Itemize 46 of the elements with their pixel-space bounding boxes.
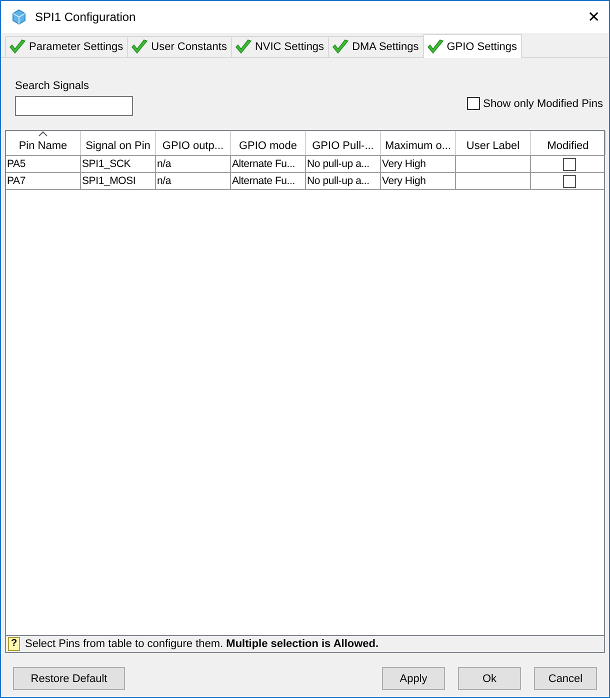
- dialog-button[interactable]: Ok: [458, 667, 521, 690]
- checkmark-icon: [234, 39, 252, 55]
- window-title: SPI1 Configuration: [35, 10, 137, 24]
- table-cell: Very High: [381, 156, 456, 172]
- tab[interactable]: User Constants: [127, 36, 232, 57]
- column-header[interactable]: GPIO mode: [231, 131, 306, 155]
- help-icon: ?: [8, 637, 20, 651]
- table-cell: Alternate Fu...: [231, 173, 306, 189]
- tab[interactable]: DMA Settings: [328, 36, 424, 57]
- checkbox[interactable]: [562, 158, 576, 170]
- column-header[interactable]: GPIO outp...: [156, 131, 231, 155]
- column-header[interactable]: User Label: [456, 131, 531, 155]
- column-header[interactable]: GPIO Pull-...: [306, 131, 381, 155]
- checkmark-icon: [9, 39, 26, 55]
- status-message: Select Pins from table to configure them. Multiple selection is Allowed.: [25, 638, 379, 650]
- table-cell: SPI1_MOSI: [81, 173, 156, 189]
- tab[interactable]: NVIC Settings: [230, 36, 330, 57]
- table-cell: n/a: [156, 173, 231, 189]
- column-header[interactable]: Maximum o...: [381, 131, 456, 155]
- table-cell: Very High: [381, 173, 456, 189]
- search-label: Search Signals: [15, 80, 90, 92]
- checkmark-icon: [332, 39, 350, 55]
- table-cell: SPI1_SCK: [81, 156, 156, 172]
- dialog-button[interactable]: Apply: [382, 667, 445, 690]
- close-button[interactable]: ✕: [579, 8, 609, 26]
- table-cell: No pull-up a...: [306, 156, 381, 172]
- column-header[interactable]: Pin Name: [6, 131, 81, 155]
- cube-icon: [11, 9, 27, 25]
- checkbox-label: Show only Modified Pins: [483, 98, 603, 110]
- checkbox[interactable]: [562, 174, 576, 188]
- table-cell: PA5: [6, 156, 81, 172]
- tab[interactable]: GPIO Settings: [422, 34, 522, 58]
- table-cell: PA7: [6, 173, 81, 189]
- table-cell: n/a: [156, 156, 231, 172]
- table-cell: No pull-up a...: [306, 173, 381, 189]
- column-header[interactable]: Signal on Pin: [81, 131, 156, 155]
- checkmark-icon: [426, 38, 444, 54]
- table-cell: Alternate Fu...: [231, 156, 306, 172]
- dialog-button[interactable]: Restore Default: [13, 667, 125, 690]
- column-header[interactable]: Modified: [531, 131, 606, 155]
- sort-caret-icon: [38, 131, 48, 137]
- checkmark-icon: [131, 39, 148, 55]
- checkbox[interactable]: [467, 97, 480, 110]
- dialog-button[interactable]: Cancel: [534, 667, 597, 690]
- search-field[interactable]: [15, 96, 133, 116]
- tab[interactable]: Parameter Settings: [5, 36, 128, 57]
